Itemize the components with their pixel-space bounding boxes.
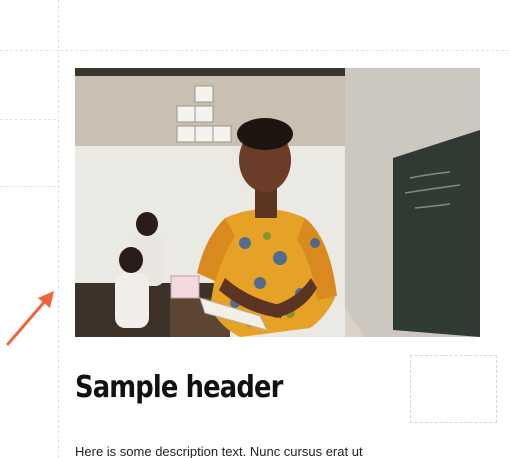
vertical-guide-line [58, 0, 59, 458]
content-image[interactable] [75, 68, 480, 337]
page-title: Sample header [75, 370, 283, 405]
canvas: Sample header Here is some description t… [0, 0, 509, 458]
classroom-photo-illustration [75, 68, 480, 337]
horizontal-guide-line [0, 50, 509, 51]
arrow-up-right-icon [6, 291, 54, 346]
empty-placeholder-box [410, 355, 497, 423]
left-dashed-box [0, 119, 56, 187]
description-text: Here is some description text. Nunc curs… [75, 444, 363, 458]
